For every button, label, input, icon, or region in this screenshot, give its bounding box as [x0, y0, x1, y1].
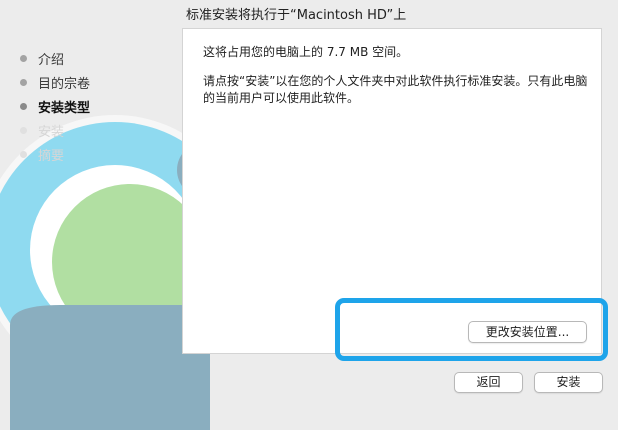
step-label: 安装类型 — [38, 100, 91, 116]
change-install-location-button[interactable]: 更改安装位置... — [468, 321, 587, 343]
step-dot-icon — [20, 54, 27, 62]
step-label: 介绍 — [38, 52, 65, 68]
step-introduction: 介绍 — [20, 46, 90, 70]
step-install: 安装 — [20, 118, 90, 142]
step-destination: 目的宗卷 — [20, 70, 90, 94]
step-label: 目的宗卷 — [38, 76, 91, 92]
install-button[interactable]: 安装 — [534, 372, 603, 393]
step-label: 安装 — [38, 124, 65, 140]
step-dot-icon — [20, 150, 27, 158]
step-dot-icon — [20, 78, 27, 86]
back-button[interactable]: 返回 — [454, 372, 523, 393]
install-instruction-text: 请点按“安装”以在您的个人文件夹中对此软件执行标准安装。只有此电脑的当前用户可以… — [203, 74, 588, 105]
step-label: 摘要 — [38, 148, 65, 164]
step-summary: 摘要 — [20, 142, 90, 166]
step-dot-icon — [20, 126, 27, 134]
step-dot-icon — [20, 102, 27, 110]
installer-steps-sidebar: 介绍 目的宗卷 安装类型 安装 摘要 — [20, 46, 90, 166]
disk-space-text: 这将占用您的电脑上的 7.7 MB 空间。 — [203, 45, 409, 59]
step-installation-type: 安装类型 — [20, 94, 90, 118]
window-title: 标准安装将执行于“Macintosh HD”上 — [186, 8, 407, 23]
